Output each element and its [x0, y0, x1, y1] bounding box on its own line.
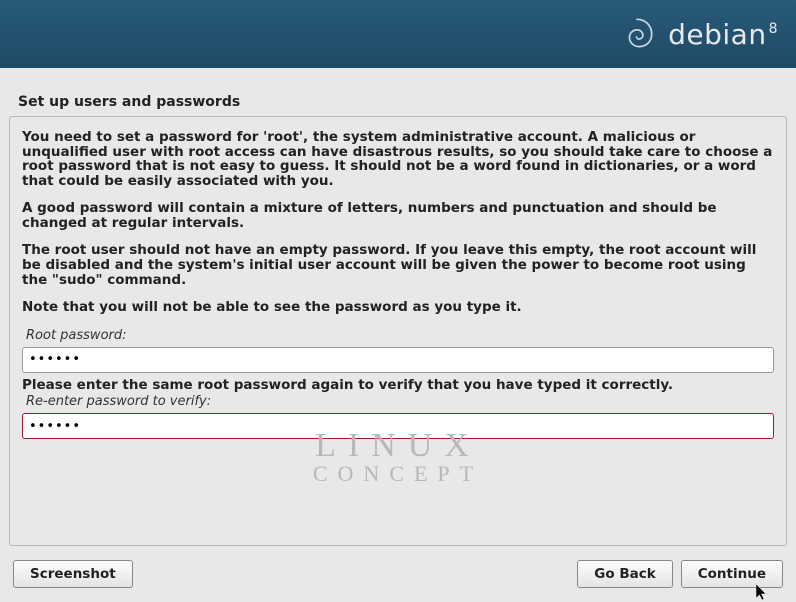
verify-password-input[interactable] [22, 413, 774, 439]
watermark-line2: CONCEPT [313, 461, 483, 487]
root-password-label: Root password: [22, 328, 774, 343]
header-banner: debian8 [0, 0, 796, 68]
intro-paragraph-4: Note that you will not be able to see th… [22, 300, 774, 315]
brand-version: 8 [769, 21, 778, 37]
go-back-button[interactable]: Go Back [577, 560, 672, 588]
page-title: Set up users and passwords [0, 68, 796, 116]
verify-password-label: Re-enter password to verify: [22, 394, 774, 409]
continue-button[interactable]: Continue [681, 560, 783, 588]
debian-swirl-icon [616, 13, 658, 55]
intro-paragraph-1: You need to set a password for 'root', t… [22, 130, 774, 188]
root-password-input[interactable] [22, 347, 774, 373]
intro-paragraph-2: A good password will contain a mixture o… [22, 201, 774, 230]
intro-paragraph-3: The root user should not have an empty p… [22, 243, 774, 287]
screenshot-button[interactable]: Screenshot [13, 560, 133, 588]
verify-prompt: Please enter the same root password agai… [22, 378, 774, 393]
content-panel: You need to set a password for 'root', t… [9, 116, 787, 546]
button-bar: Screenshot Go Back Continue [0, 546, 796, 598]
brand-text: debian8 [668, 18, 778, 51]
